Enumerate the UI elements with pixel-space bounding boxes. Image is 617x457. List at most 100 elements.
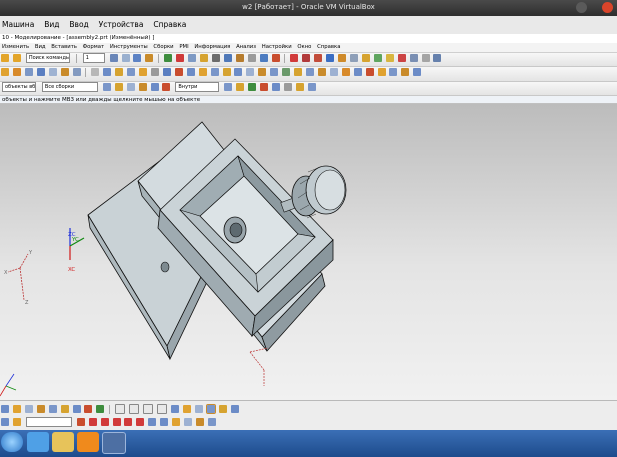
draft-icon[interactable] — [139, 68, 148, 76]
selected-view-icon[interactable] — [205, 404, 216, 414]
extrude-tool-icon[interactable] — [12, 68, 21, 76]
nx-menu-edit[interactable]: Изменить — [2, 44, 29, 50]
delete-face-icon[interactable] — [258, 68, 267, 76]
scope-select[interactable]: Внутри — [175, 82, 220, 92]
unite-icon[interactable] — [91, 68, 100, 76]
orient-icon[interactable] — [72, 405, 81, 413]
view-right-icon[interactable] — [143, 404, 154, 414]
assembly-filter-select[interactable]: Все сборки — [41, 82, 98, 92]
pocket-tool-icon[interactable] — [60, 68, 69, 76]
menu-help[interactable]: Справка — [153, 20, 186, 29]
trim-body-icon[interactable] — [186, 68, 195, 76]
shell-icon[interactable] — [127, 68, 136, 76]
nx-menu-help[interactable]: Справка — [317, 44, 340, 50]
polygon-icon[interactable] — [112, 418, 121, 426]
studio-surface-icon[interactable] — [317, 68, 326, 76]
media-icon[interactable] — [77, 432, 99, 452]
line-icon[interactable] — [302, 54, 311, 62]
section-icon[interactable] — [389, 68, 398, 76]
extrude-icon[interactable] — [188, 54, 197, 62]
silhouette-icon[interactable] — [377, 68, 386, 76]
nx-menu-assemblies[interactable]: Сборки — [153, 44, 173, 50]
nx-menu-pmi[interactable]: PMI — [179, 44, 188, 50]
chamfer-icon[interactable] — [247, 54, 256, 62]
minimize-icon[interactable] — [576, 2, 587, 13]
trim-icon[interactable] — [361, 54, 370, 62]
corner-icon[interactable] — [136, 418, 145, 426]
graphics-window[interactable]: ZC YC XC Y X Z — [0, 104, 617, 400]
replace-face-icon[interactable] — [246, 68, 255, 76]
model-view[interactable]: ZC YC XC Y X Z — [0, 104, 617, 400]
select-icon[interactable] — [109, 54, 118, 62]
bounded-plane-icon[interactable] — [329, 68, 338, 76]
perpendicular-icon[interactable] — [207, 418, 216, 426]
filter-icon[interactable] — [102, 83, 111, 91]
count-field[interactable]: 1 — [82, 53, 105, 63]
snap-control-icon[interactable] — [248, 83, 257, 91]
body-icon[interactable] — [138, 83, 147, 91]
layer-icon[interactable] — [409, 54, 418, 62]
nx-menu-view[interactable]: Вид — [35, 44, 46, 50]
thicken-icon[interactable] — [162, 68, 171, 76]
view-icon[interactable] — [133, 54, 142, 62]
project-icon[interactable] — [373, 54, 382, 62]
sketch-tool-icon[interactable] — [1, 68, 9, 76]
nx-menu-format[interactable]: Формат — [83, 44, 105, 50]
snap-mid-icon[interactable] — [236, 83, 245, 91]
snap-quadrant-icon[interactable] — [271, 83, 280, 91]
split-body-icon[interactable] — [198, 68, 207, 76]
sew-icon[interactable] — [174, 68, 183, 76]
hole-tool-icon[interactable] — [36, 68, 45, 76]
menu-devices[interactable]: Устройства — [99, 20, 144, 29]
make-corner-icon[interactable] — [172, 418, 181, 426]
snap-point-icon[interactable] — [283, 83, 292, 91]
edges-icon[interactable] — [194, 405, 203, 413]
menu-machine[interactable]: Машина — [2, 20, 34, 29]
snap-intersection-icon[interactable] — [295, 83, 304, 91]
quick-trim-icon[interactable] — [148, 418, 157, 426]
arrow-icon[interactable] — [433, 54, 442, 62]
nx-menu-preferences[interactable]: Настройки — [262, 44, 292, 50]
curve-rule-icon[interactable] — [162, 83, 171, 91]
undo-icon[interactable] — [1, 54, 9, 62]
edge-blend-icon[interactable] — [150, 68, 159, 76]
face-icon[interactable] — [150, 83, 159, 91]
pattern-icon[interactable] — [259, 54, 268, 62]
menu-view[interactable]: Вид — [44, 20, 59, 29]
snap-icon[interactable] — [121, 54, 130, 62]
spline-icon[interactable] — [326, 54, 335, 62]
coincident-icon[interactable] — [184, 418, 193, 426]
redo-icon[interactable] — [12, 54, 21, 62]
feature-icon[interactable] — [164, 54, 173, 62]
nx-menu-tools[interactable]: Инструменты — [110, 44, 148, 50]
curve-icon[interactable] — [290, 54, 299, 62]
ruled-icon[interactable] — [305, 68, 314, 76]
offset-face-icon[interactable] — [270, 68, 279, 76]
datum-icon[interactable] — [385, 54, 394, 62]
hole-icon[interactable] — [223, 54, 232, 62]
mirror-body-icon[interactable] — [210, 68, 219, 76]
parallel-icon[interactable] — [195, 418, 204, 426]
circle-icon[interactable] — [88, 418, 97, 426]
boss-tool-icon[interactable] — [48, 68, 57, 76]
quick-extend-icon[interactable] — [160, 418, 169, 426]
reset-filter-icon[interactable] — [114, 83, 123, 91]
render-style-icon[interactable] — [182, 405, 191, 413]
measure-icon[interactable] — [211, 54, 220, 62]
nx-menu-insert[interactable]: Вставить — [51, 44, 77, 50]
rotate-icon[interactable] — [24, 405, 33, 413]
wireframe-icon[interactable] — [60, 405, 69, 413]
offset-icon[interactable] — [349, 54, 358, 62]
section-view-icon[interactable] — [218, 405, 227, 413]
wcs-icon[interactable] — [397, 54, 406, 62]
studio-icon[interactable] — [230, 405, 239, 413]
arc-icon[interactable] — [314, 54, 323, 62]
snap-face-icon[interactable] — [307, 83, 316, 91]
through-curves-icon[interactable] — [282, 68, 291, 76]
pad-tool-icon[interactable] — [72, 68, 81, 76]
helix-icon[interactable] — [401, 68, 410, 76]
move-face-icon[interactable] — [234, 68, 243, 76]
intersect-icon[interactable] — [115, 68, 124, 76]
windows-start-icon[interactable] — [1, 432, 23, 452]
rectangle-icon[interactable] — [100, 418, 109, 426]
